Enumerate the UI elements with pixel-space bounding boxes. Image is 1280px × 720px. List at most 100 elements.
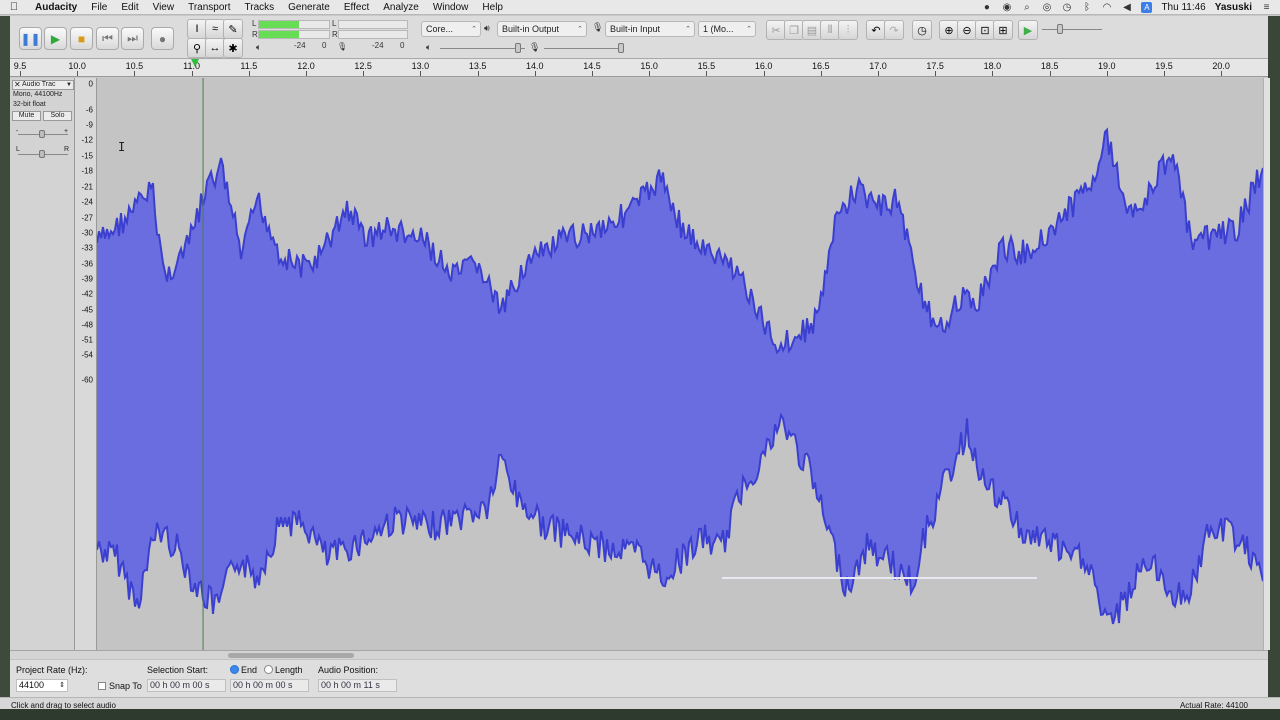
paste-icon[interactable]: ▤ [802, 20, 822, 40]
selection-end-field[interactable]: 00 h 00 m 00 s [230, 679, 309, 692]
waveform-svg[interactable] [97, 78, 1263, 650]
draw-tool-icon[interactable]: ✎ [223, 19, 243, 39]
apple-logo-icon[interactable]:  [0, 1, 28, 13]
play-speed-slider[interactable] [1042, 29, 1102, 30]
waveform-area[interactable] [97, 78, 1263, 650]
menu-edit[interactable]: Edit [114, 2, 145, 13]
input-device-select[interactable]: Built-in Input [605, 21, 695, 37]
envelope-tool-icon[interactable]: ≈ [205, 19, 225, 39]
menu-app-name[interactable]: Audacity [28, 2, 84, 13]
recording-volume-thumb[interactable] [618, 43, 624, 53]
selection-tool-icon[interactable]: I [187, 19, 207, 39]
vertical-scrollbar[interactable] [1263, 78, 1270, 650]
ruler-tick-mark [820, 71, 822, 76]
record-button[interactable]: ● [151, 27, 174, 50]
sync-lock-icon[interactable]: ◷ [912, 20, 932, 40]
db-scale-label: -60 [81, 375, 93, 385]
volume-icon[interactable]: ◀ [1121, 2, 1132, 13]
silence-icon[interactable]: ⫶ [838, 20, 858, 40]
track-close-icon[interactable]: ✕ [14, 81, 21, 89]
menu-window[interactable]: Window [426, 2, 476, 13]
playback-volume-slider[interactable] [440, 48, 525, 49]
record-meter-left[interactable] [338, 20, 408, 29]
gain-slider-thumb[interactable] [39, 130, 45, 138]
audio-position-field[interactable]: 00 h 00 m 11 s [318, 679, 397, 692]
menu-tracks[interactable]: Tracks [238, 2, 282, 13]
output-device-select[interactable]: Built-in Output [497, 21, 587, 37]
zoom-out-icon[interactable]: ⊖ [957, 20, 977, 40]
ruler-tick-label: 13.5 [468, 61, 487, 71]
recording-volume-slider[interactable] [544, 48, 624, 49]
audio-position-label: Audio Position: [318, 665, 379, 675]
length-radio-icon[interactable] [264, 665, 273, 674]
track-menu-chevron-icon[interactable]: ▼ [66, 81, 72, 89]
time-machine-icon[interactable]: ◷ [1061, 2, 1072, 13]
ruler-tick-label: 17.5 [926, 61, 944, 71]
spotlight-search-icon[interactable]: ⌕ [1021, 2, 1032, 13]
input-source-icon[interactable]: A [1141, 2, 1153, 13]
solo-button[interactable]: Solo [43, 111, 72, 121]
menu-generate[interactable]: Generate [281, 2, 337, 13]
notification-center-icon[interactable]: ≡ [1261, 2, 1272, 13]
project-rate-field[interactable]: 44100 ⇕ [16, 679, 68, 692]
speaker-icon[interactable]: 🔈︎ [256, 42, 261, 53]
record-meter-right[interactable] [338, 30, 408, 39]
horizontal-scrollbar-thumb[interactable] [228, 653, 354, 658]
selection-start-field[interactable]: 00 h 00 m 00 s [147, 679, 226, 692]
wifi-icon[interactable]: ◠ [1101, 2, 1112, 13]
menu-analyze[interactable]: Analyze [376, 2, 426, 13]
cut-icon[interactable]: ✂ [766, 20, 786, 40]
playhead-marker-icon[interactable] [191, 59, 199, 67]
playback-meter-left[interactable] [258, 20, 330, 29]
zoom-in-icon[interactable]: ⊕ [939, 20, 959, 40]
playback-meter-right[interactable] [258, 30, 330, 39]
mute-button[interactable]: Mute [12, 111, 41, 121]
multi-tool-icon[interactable]: ✱ [223, 38, 243, 58]
ruler-tick-label: 10.5 [125, 61, 144, 71]
menu-transport[interactable]: Transport [181, 2, 237, 13]
playback-volume-thumb[interactable] [515, 43, 521, 53]
fit-project-icon[interactable]: ⊞ [993, 20, 1013, 40]
db-scale-label: -36 [81, 259, 93, 269]
horizontal-scrollbar[interactable] [10, 650, 1268, 659]
siri-icon[interactable]: ◎ [1041, 2, 1052, 13]
timeshift-tool-icon[interactable]: ↔ [205, 38, 225, 58]
snap-to-check-icon[interactable] [98, 682, 106, 690]
input-channels-select[interactable]: 1 (Mo... [698, 21, 756, 37]
menu-file[interactable]: File [84, 2, 114, 13]
skip-to-end-button[interactable]: ⏭ [121, 27, 144, 50]
play-button[interactable]: ▶ [44, 27, 67, 50]
menu-effect[interactable]: Effect [337, 2, 376, 13]
menu-view[interactable]: View [146, 2, 182, 13]
pan-slider-thumb[interactable] [39, 150, 45, 158]
undo-icon[interactable]: ↶ [866, 20, 886, 40]
ruler-tick-mark [191, 71, 193, 76]
skip-to-start-button[interactable]: ⏮ [96, 27, 119, 50]
play-speed-thumb[interactable] [1057, 24, 1063, 34]
copy-icon[interactable]: ❐ [784, 20, 804, 40]
menu-help[interactable]: Help [475, 2, 510, 13]
redo-icon[interactable]: ↷ [884, 20, 904, 40]
menu-clock[interactable]: Thu 11:46 [1161, 2, 1205, 13]
stop-button[interactable]: ■ [70, 27, 93, 50]
accessibility-icon[interactable]: ◉ [1001, 2, 1012, 13]
project-rate-stepper-icon[interactable]: ⇕ [59, 680, 65, 691]
audio-host-select[interactable]: Core... [421, 21, 481, 37]
snap-to-checkbox[interactable]: Snap To [98, 681, 142, 691]
track-control-panel: ✕ Audio Trac ▼ Mono, 44100Hz 32-bit floa… [10, 78, 75, 650]
microphone-meter-icon[interactable]: 🎙︎ [337, 42, 347, 51]
ruler-tick-mark [248, 71, 250, 76]
end-radio[interactable]: End [230, 665, 257, 675]
bluetooth-icon[interactable]: ᛒ [1081, 2, 1092, 13]
zoom-tool-icon[interactable]: ⚲ [187, 38, 207, 58]
play-at-speed-icon[interactable]: ▶ [1018, 20, 1038, 40]
pause-button[interactable]: ❚❚ [19, 27, 42, 50]
record-status-icon[interactable]: ● [981, 2, 992, 13]
trim-icon[interactable]: ⫴ [820, 20, 840, 40]
waveform-body[interactable] [97, 129, 1263, 624]
fit-selection-icon[interactable]: ⊡ [975, 20, 995, 40]
track-title-button[interactable]: ✕ Audio Trac ▼ [12, 80, 74, 90]
end-radio-icon[interactable] [230, 665, 239, 674]
menu-user[interactable]: Yasuski [1215, 2, 1252, 13]
length-radio[interactable]: Length [264, 665, 303, 675]
